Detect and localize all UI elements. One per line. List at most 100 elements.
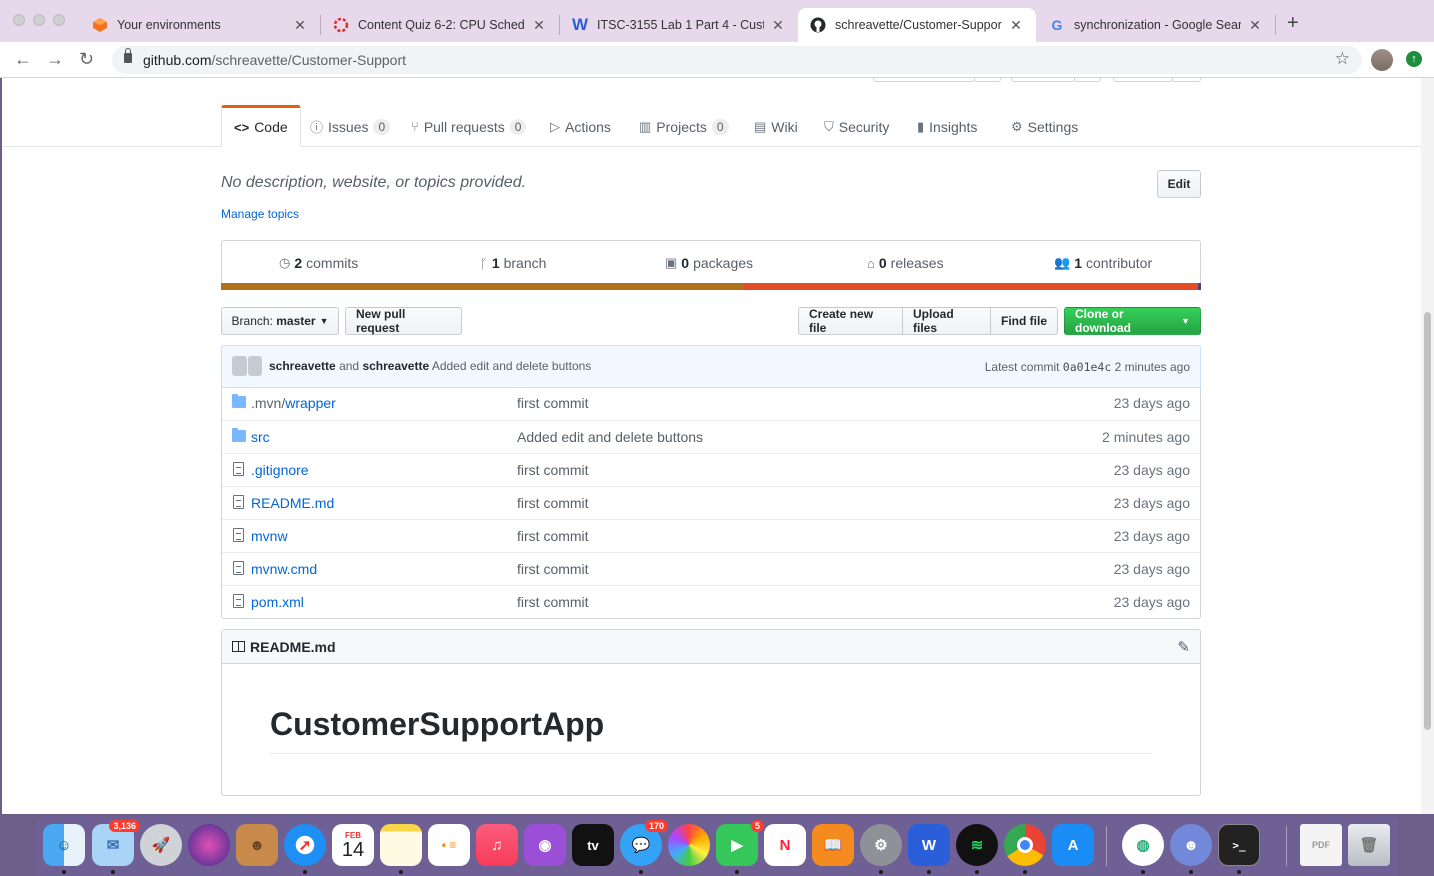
profile-avatar[interactable] <box>1371 49 1393 71</box>
extension-icon[interactable]: ↑ <box>1406 51 1422 67</box>
star-button[interactable] <box>1011 78 1075 82</box>
pdf-document-icon[interactable]: PDF <box>1300 824 1342 866</box>
page-scrollbar[interactable] <box>1421 78 1434 814</box>
forward-icon[interactable]: → <box>46 49 64 70</box>
manage-topics-link[interactable]: Manage topics <box>221 207 299 221</box>
calendar-icon[interactable]: FEB 14 <box>332 824 374 866</box>
reminders-icon[interactable]: • ≡ <box>428 824 470 866</box>
file-name-link[interactable]: pom.xml <box>251 594 304 610</box>
facetime-icon[interactable]: ▶ 5 <box>716 820 764 866</box>
tab-code[interactable]: <> Code <box>221 105 301 147</box>
browser-tab-google[interactable]: G synchronization - Google Search ✕ <box>1037 8 1275 42</box>
contacts-icon[interactable]: ☻ <box>236 824 278 866</box>
vpn-globe-icon[interactable]: ◍ <box>1122 824 1164 866</box>
spotify-icon[interactable]: ≋ <box>956 824 998 866</box>
books-icon[interactable]: 📖 <box>812 824 854 866</box>
releases-link[interactable]: ⌂ 0 releases <box>867 255 944 271</box>
watch-button[interactable] <box>873 78 975 82</box>
contributors-link[interactable]: 👥 1 contributor <box>1054 255 1152 271</box>
find-file-button[interactable]: Find file <box>990 307 1058 335</box>
language-segment[interactable] <box>1198 283 1201 290</box>
file-name-link[interactable]: mvnw <box>251 528 288 544</box>
star-count[interactable] <box>1074 78 1101 82</box>
close-tab-icon[interactable]: ✕ <box>770 17 786 34</box>
file-name-link[interactable]: README.md <box>251 495 334 511</box>
news-icon[interactable]: N <box>764 824 806 866</box>
finder-icon[interactable]: ☺ <box>43 824 85 866</box>
tab-wiki[interactable]: ▤ Wiki <box>742 106 810 147</box>
language-bar[interactable] <box>221 283 1201 290</box>
tab-pull-requests[interactable]: ⑂ Pull requests 0 <box>399 106 538 147</box>
address-bar[interactable]: github.com/schreavette/Customer-Support … <box>112 46 1362 74</box>
fork-count[interactable] <box>1172 78 1201 82</box>
file-commit-message[interactable]: first commit <box>517 594 589 610</box>
minimize-window-button[interactable] <box>33 14 45 26</box>
close-tab-icon[interactable]: ✕ <box>1247 17 1263 34</box>
bookmark-star-icon[interactable]: ☆ <box>1335 49 1350 69</box>
app-store-icon[interactable]: A <box>1052 824 1094 866</box>
close-tab-icon[interactable]: ✕ <box>531 17 547 34</box>
back-icon[interactable]: ← <box>14 49 32 70</box>
branches-link[interactable]: ᚴ 1 branch <box>480 255 546 271</box>
apple-tv-icon[interactable]: tv <box>572 824 614 866</box>
fork-button[interactable] <box>1113 78 1173 82</box>
messages-icon[interactable]: 💬 170 <box>620 820 668 866</box>
new-pull-request-button[interactable]: New pull request <box>345 307 462 335</box>
notes-icon[interactable] <box>380 824 422 866</box>
close-window-button[interactable] <box>13 14 25 26</box>
file-commit-message[interactable]: first commit <box>517 462 589 478</box>
avatar[interactable] <box>232 356 262 376</box>
music-icon[interactable]: ♫ <box>476 824 518 866</box>
podcasts-icon[interactable]: ◉ <box>524 824 566 866</box>
mail-icon[interactable]: ✉ 3,136 <box>92 820 140 866</box>
tab-insights[interactable]: ▮ Insights <box>905 106 989 147</box>
pencil-icon[interactable]: ✎ <box>1177 638 1190 656</box>
new-tab-button[interactable]: + <box>1287 12 1299 35</box>
tab-security[interactable]: ⛉ Security <box>812 106 901 147</box>
browser-tab-lab[interactable]: W ITSC-3155 Lab 1 Part 4 - Custor ✕ <box>560 8 798 42</box>
language-segment[interactable] <box>744 283 1199 290</box>
discord-icon[interactable]: ☻ <box>1170 824 1212 866</box>
file-commit-message[interactable]: first commit <box>517 528 589 544</box>
trash-icon[interactable]: 🗑 <box>1348 824 1390 866</box>
launchpad-icon[interactable]: 🚀 <box>140 824 182 866</box>
close-tab-icon[interactable]: ✕ <box>1008 17 1024 34</box>
edit-description-button[interactable]: Edit <box>1157 170 1201 198</box>
file-commit-message[interactable]: first commit <box>517 495 589 511</box>
file-name-link[interactable]: mvnw.cmd <box>251 561 317 577</box>
commits-link[interactable]: ◷ 2 commits <box>279 255 358 271</box>
file-commit-message[interactable]: Added edit and delete buttons <box>517 429 703 445</box>
upload-files-button[interactable]: Upload files <box>902 307 991 335</box>
file-name-link[interactable]: .gitignore <box>251 462 309 478</box>
zoom-window-button[interactable] <box>53 14 65 26</box>
browser-tab-github[interactable]: schreavette/Customer-Support ✕ <box>798 8 1036 42</box>
file-name-link[interactable]: .mvn/wrapper <box>251 395 336 411</box>
clone-or-download-button[interactable]: Clone or download ▼ <box>1064 307 1201 335</box>
browser-tab-environments[interactable]: Your environments ✕ <box>80 8 320 42</box>
tab-issues[interactable]: ⓘ Issues 0 <box>298 106 402 147</box>
word-icon[interactable]: W <box>908 824 950 866</box>
terminal-icon[interactable]: >_ <box>1218 824 1260 866</box>
chrome-icon[interactable] <box>1004 824 1046 866</box>
file-commit-message[interactable]: first commit <box>517 395 589 411</box>
packages-link[interactable]: ▣ 0 packages <box>665 255 753 271</box>
reload-icon[interactable]: ↻ <box>79 49 94 70</box>
watch-count[interactable] <box>974 78 1001 82</box>
create-new-file-button[interactable]: Create new file <box>798 307 903 335</box>
close-tab-icon[interactable]: ✕ <box>292 17 308 34</box>
photos-icon[interactable] <box>668 824 710 866</box>
tab-actions[interactable]: ▷ Actions <box>538 106 623 147</box>
tab-projects[interactable]: ▥ Projects 0 <box>627 106 741 147</box>
scrollbar-thumb[interactable] <box>1424 312 1431 730</box>
browser-tab-quiz[interactable]: Content Quiz 6-2: CPU Scheduli ✕ <box>321 8 559 42</box>
file-name-link[interactable]: src <box>251 429 270 445</box>
file-commit-message[interactable]: first commit <box>517 561 589 577</box>
safari-icon[interactable]: ➚ <box>284 824 326 866</box>
tab-settings[interactable]: ⚙ Settings <box>999 106 1090 147</box>
commit-sha[interactable]: 0a01e4c <box>1063 360 1111 374</box>
language-segment[interactable] <box>221 283 745 290</box>
branch-select-button[interactable]: Branch: master ▼ <box>221 307 339 335</box>
siri-icon[interactable] <box>188 824 230 866</box>
system-preferences-icon[interactable]: ⚙ <box>860 824 902 866</box>
url-text: github.com/schreavette/Customer-Support <box>143 52 407 68</box>
